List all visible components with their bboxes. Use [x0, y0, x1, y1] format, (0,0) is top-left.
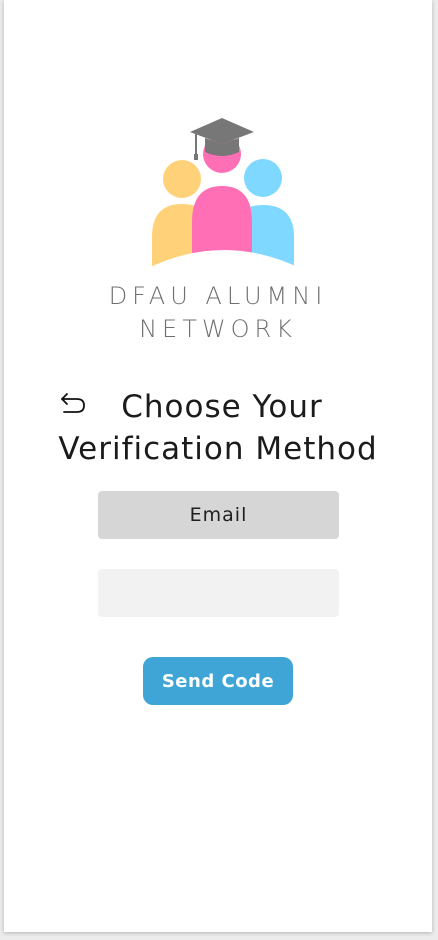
page-title-line1: Choose Your	[121, 389, 323, 425]
verification-method-email-button[interactable]: Email	[98, 491, 339, 539]
page-title: Choose Your Verification Method	[4, 386, 432, 470]
graduation-cap-icon	[190, 118, 254, 144]
verification-input[interactable]	[98, 569, 339, 617]
graduation-cap-tassel-end	[194, 154, 198, 160]
brand-name-line2: NETWORK	[139, 315, 297, 343]
app-screen: DFAU ALUMNI NETWORK Choose Your Verifica…	[4, 0, 432, 932]
logo-person-blue-head	[244, 159, 282, 197]
send-code-button[interactable]: Send Code	[143, 657, 293, 705]
page-title-line2: Verification Method	[58, 431, 378, 467]
alumni-logo	[144, 118, 304, 272]
brand-name-line1: DFAU ALUMNI	[108, 282, 328, 310]
logo-person-yellow-head	[163, 160, 201, 198]
